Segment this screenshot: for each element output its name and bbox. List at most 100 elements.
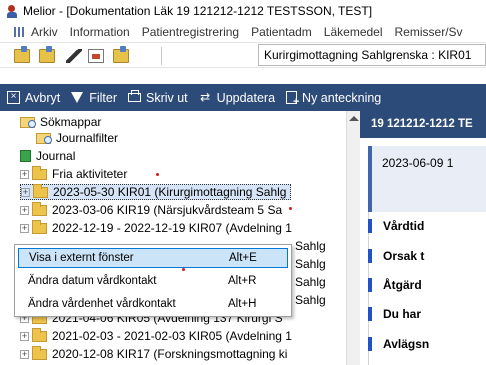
menu-patientregistrering[interactable]: Patientregistrering <box>142 25 239 39</box>
menu-item-shortcut: Alt+E <box>229 252 257 264</box>
section-marker <box>368 278 372 292</box>
menu-grip-icon <box>14 27 26 37</box>
tree-item-journal[interactable]: Journal <box>20 148 75 164</box>
folder-icon <box>32 345 47 360</box>
note-date-box[interactable]: 2023-06-09 1 <box>368 146 486 212</box>
cancel-label: Avbryt <box>25 90 61 105</box>
tree-item-selected[interactable]: + 2023-05-30 KIR01 (Kirurgimottagning Sa… <box>20 183 292 200</box>
filter-button[interactable]: Filter <box>71 91 117 105</box>
expand-icon[interactable]: + <box>20 349 29 359</box>
section-label: Vårdtid <box>383 219 425 233</box>
menu-lakemedel[interactable]: Läkemedel <box>324 25 383 39</box>
red-marker <box>182 268 185 271</box>
folder-icon <box>33 183 48 198</box>
tree-item-partial[interactable]: Sahlg <box>295 292 326 308</box>
tree-item-label: 2023-03-06 KIR19 (Närsjukvårdsteam 5 Sa <box>52 203 283 217</box>
tree-item[interactable]: + 2023-03-06 KIR19 (Närsjukvårdsteam 5 S… <box>20 201 283 218</box>
tree-item-fria-aktiviteter[interactable]: + Fria aktiviteter <box>20 165 128 182</box>
expand-icon[interactable]: + <box>21 187 30 197</box>
expand-icon[interactable]: + <box>20 169 29 179</box>
tree-item-partial[interactable]: Sahlg <box>295 274 326 290</box>
tree-item[interactable]: + 2020-12-08 KIR17 (Forskningsmottagning… <box>20 345 288 362</box>
section-label: Avlägsn <box>383 337 430 351</box>
tree-item-partial[interactable]: Sahlg <box>295 238 326 254</box>
tree-item-label: Sahlg <box>295 257 326 271</box>
journal-icon <box>20 150 31 162</box>
expand-icon[interactable]: + <box>20 223 29 233</box>
close-icon: × <box>7 91 20 104</box>
tree-item-label: 2023-05-30 KIR01 (Kirurgimottagning Sahl… <box>53 185 287 199</box>
printer-icon <box>127 90 141 102</box>
section-label: Åtgärd <box>383 278 422 292</box>
tree-item[interactable]: + 2021-02-03 - 2021-02-03 KIR05 (Avdelni… <box>20 327 292 344</box>
section-label: Du har <box>383 307 422 321</box>
section-marker <box>368 249 372 263</box>
folder-icon <box>32 327 47 342</box>
cancel-button[interactable]: × Avbryt <box>7 91 60 105</box>
menubar: Arkiv Information Patientregistrering Pa… <box>0 22 486 42</box>
section-marker <box>368 307 372 321</box>
tree-item-label: 2020-12-08 KIR17 (Forskningsmottagning k… <box>52 347 288 361</box>
menu-arkiv[interactable]: Arkiv <box>31 25 58 39</box>
red-marker <box>156 173 159 176</box>
menu-item-change-unit[interactable]: Ändra vårdenhet vårdkontakt Alt+H <box>18 294 288 314</box>
menu-item-shortcut: Alt+R <box>228 275 257 287</box>
document-panel: 19 121212-1212 TE 2023-06-09 1 Vårdtid O… <box>360 111 486 365</box>
scroll-up-icon[interactable] <box>349 116 359 121</box>
document-icon[interactable] <box>88 49 104 63</box>
menu-information[interactable]: Information <box>70 25 130 39</box>
folder-icon <box>32 201 47 216</box>
refresh-button[interactable]: ⇄ Uppdatera <box>199 91 275 105</box>
action-toolbar: × Avbryt Filter Skriv ut ⇄ Uppdatera Ny … <box>0 84 486 111</box>
menu-remisser[interactable]: Remisser/Sv <box>395 25 463 39</box>
new-note-label: Ny anteckning <box>302 90 382 105</box>
print-button[interactable]: Skriv ut <box>127 90 188 105</box>
folder-icon <box>32 219 47 234</box>
menu-item-change-date[interactable]: Ändra datum vårdkontakt Alt+R <box>18 271 288 291</box>
tree-item-label: Sökmappar <box>40 115 102 129</box>
expand-icon[interactable]: + <box>20 205 29 215</box>
print-label: Skriv ut <box>145 90 188 105</box>
tree-item-label: 2022-12-19 - 2022-12-19 KIR07 (Avdelning… <box>52 221 292 235</box>
window-title: Melior - [Dokumentation Läk 19 121212-12… <box>23 4 373 18</box>
patient-header: 19 121212-1212 TE <box>360 111 486 138</box>
folder-icon <box>32 165 47 180</box>
tree-item-journalfilter[interactable]: Journalfilter <box>36 130 118 146</box>
menu-patientadm[interactable]: Patientadm <box>251 25 312 39</box>
tree-item-label: Journal <box>36 149 76 163</box>
tree-item-label: Journalfilter <box>56 131 119 145</box>
tree-item[interactable]: + 2022-12-19 - 2022-12-19 KIR07 (Avdelni… <box>20 219 292 236</box>
section-label: Orsak t <box>383 249 425 263</box>
menu-item-label: Ändra vårdenhet vårdkontakt <box>28 298 176 310</box>
section-marker <box>368 337 372 351</box>
tree-item-partial[interactable]: Sahlg <box>295 256 326 272</box>
expand-icon[interactable]: + <box>20 331 29 341</box>
menu-item-shortcut: Alt+H <box>228 298 257 310</box>
tree-item-label: Fria aktiviteter <box>52 167 128 181</box>
folder-export-icon[interactable] <box>113 46 129 63</box>
refresh-label: Uppdatera <box>216 90 276 105</box>
refresh-icon: ⇄ <box>200 90 211 104</box>
tree-item-sokmappar[interactable]: Sökmappar <box>20 114 101 130</box>
journal-tree: Sökmappar Journalfilter Journal + Fria a… <box>14 111 360 365</box>
tree-item-label: 2021-02-03 - 2021-02-03 KIR05 (Avdelning… <box>52 329 292 343</box>
new-note-button[interactable]: Ny anteckning <box>286 90 382 109</box>
tree-item-label: Sahlg <box>295 275 326 289</box>
open-folder-icon[interactable] <box>14 46 30 63</box>
new-note-icon <box>286 91 299 109</box>
care-unit-selector[interactable]: Kurirgimottagning Sahlgrenska : KIR01 <box>258 44 486 66</box>
search-folder-icon <box>20 116 36 128</box>
section-marker <box>368 219 372 233</box>
tree-scrollbar[interactable] <box>346 111 360 365</box>
pen-icon[interactable] <box>66 49 82 63</box>
note-date: 2023-06-09 1 <box>382 156 454 170</box>
menu-item-show-external-window[interactable]: Visa i externt fönster Alt+E <box>18 248 288 268</box>
filter-label: Filter <box>89 90 117 105</box>
open-folder-alt-icon[interactable] <box>39 46 55 63</box>
menu-item-label: Ändra datum vårdkontakt <box>28 275 157 287</box>
menu-item-label: Visa i externt fönster <box>29 252 134 264</box>
filter-icon <box>71 92 84 103</box>
tree-item-label: Sahlg <box>295 239 326 253</box>
tree-item-label: Sahlg <box>295 293 326 307</box>
window-titlebar: Melior - [Dokumentation Läk 19 121212-12… <box>0 0 486 22</box>
